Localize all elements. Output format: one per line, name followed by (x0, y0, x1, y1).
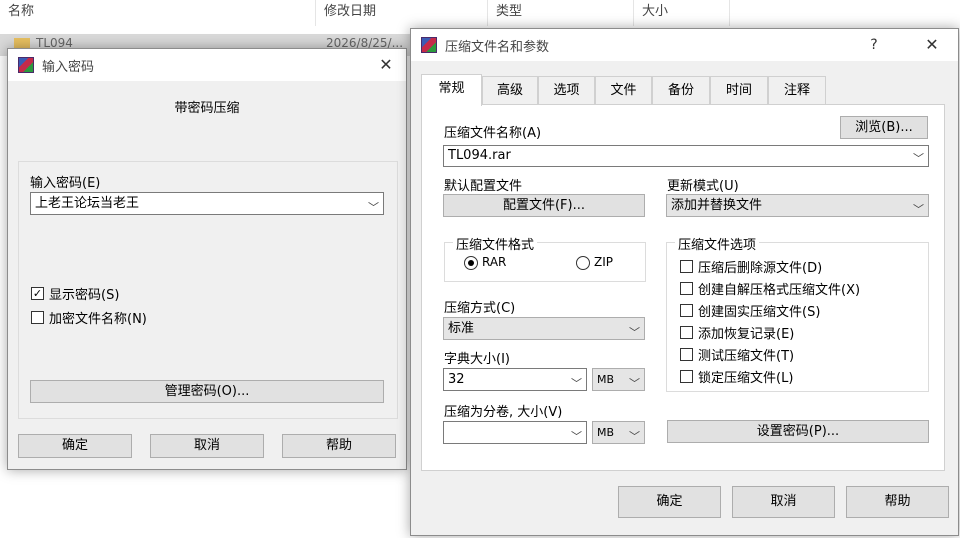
test-archive-checkbox[interactable] (680, 348, 693, 361)
set-password-button[interactable]: 设置密码(P)... (667, 420, 929, 443)
chevron-down-icon[interactable]: ﹀ (629, 322, 640, 343)
tab-backup[interactable]: 备份 (652, 76, 710, 104)
compression-method-label: 压缩方式(C) (444, 301, 516, 316)
profiles-button[interactable]: 配置文件(F)... (443, 194, 645, 217)
recovery-record-checkbox[interactable] (680, 326, 693, 339)
dictionary-size-value: 32 (448, 372, 465, 387)
password-label: 输入密码(E) (30, 176, 101, 191)
archive-cancel-button[interactable]: 取消 (732, 486, 835, 518)
help-icon[interactable]: ? (862, 33, 886, 57)
test-archive-label: 测试压缩文件(T) (698, 349, 795, 364)
dictionary-unit-value: MB (597, 373, 615, 386)
chevron-down-icon[interactable]: ﹀ (571, 373, 582, 394)
dictionary-unit-select[interactable]: MB ﹀ (592, 368, 645, 391)
encrypt-names-checkbox[interactable] (31, 311, 44, 324)
browse-button[interactable]: 浏览(B)... (840, 116, 928, 139)
compression-method-select[interactable]: 标准 ﹀ (443, 317, 645, 340)
encrypt-names-label: 加密文件名称(N) (49, 312, 147, 327)
archive-name-label: 压缩文件名称(A) (444, 126, 542, 141)
delete-after-archiving-label: 压缩后删除源文件(D) (698, 261, 823, 276)
create-sfx-checkbox[interactable] (680, 282, 693, 295)
dictionary-size-label: 字典大小(I) (444, 352, 510, 367)
tab-time[interactable]: 时间 (710, 76, 768, 104)
tab-files[interactable]: 文件 (595, 76, 652, 104)
close-icon[interactable]: ✕ (374, 53, 398, 77)
show-password-label: 显示密码(S) (49, 288, 120, 303)
compression-method-value: 标准 (448, 321, 475, 336)
create-sfx-label: 创建自解压格式压缩文件(X) (698, 283, 861, 298)
archive-ok-button[interactable]: 确定 (618, 486, 721, 518)
split-volume-label: 压缩为分卷, 大小(V) (444, 405, 563, 420)
create-solid-checkbox[interactable] (680, 304, 693, 317)
password-value: 上老王论坛当老王 (35, 196, 140, 211)
chevron-down-icon[interactable]: ﹀ (629, 426, 640, 447)
update-mode-label: 更新模式(U) (667, 179, 739, 194)
archive-name-value: TL094.rar (448, 148, 511, 163)
chevron-down-icon[interactable]: ﹀ (629, 373, 640, 394)
tab-advanced[interactable]: 高级 (482, 76, 538, 104)
archive-dialog-titlebar[interactable]: 压缩文件名和参数 ? ✕ (411, 29, 958, 61)
password-dialog: 输入密码 ✕ 带密码压缩 输入密码(E) 上老王论坛当老王 ﹀ ✓ 显示密码(S… (7, 48, 407, 470)
chevron-down-icon[interactable]: ﹀ (913, 199, 924, 220)
archive-dialog-title: 压缩文件名和参数 (445, 40, 550, 55)
archive-options-title: 压缩文件选项 (675, 234, 760, 253)
chevron-down-icon[interactable]: ﹀ (571, 426, 582, 447)
default-profile-label: 默认配置文件 (444, 179, 523, 194)
column-header-name[interactable]: 名称 (0, 0, 316, 26)
tab-general[interactable]: 常规 (421, 74, 482, 106)
column-header-date[interactable]: 修改日期 (316, 0, 488, 26)
update-mode-value: 添加并替换文件 (671, 198, 763, 213)
password-dialog-title: 输入密码 (42, 60, 95, 75)
delete-after-archiving-checkbox[interactable] (680, 260, 693, 273)
help-button[interactable]: 帮助 (282, 434, 396, 458)
tab-options[interactable]: 选项 (538, 76, 595, 104)
winrar-icon (18, 57, 34, 73)
close-icon[interactable]: ✕ (920, 33, 944, 57)
column-header-type[interactable]: 类型 (488, 0, 634, 26)
archive-format-title: 压缩文件格式 (453, 234, 538, 253)
tab-comment[interactable]: 注释 (768, 76, 826, 104)
chevron-down-icon[interactable]: ﹀ (913, 149, 924, 169)
lock-archive-checkbox[interactable] (680, 370, 693, 383)
archive-name-input[interactable]: TL094.rar ﹀ (443, 145, 929, 167)
chevron-down-icon[interactable]: ﹀ (368, 197, 379, 218)
update-mode-select[interactable]: 添加并替换文件 ﹀ (666, 194, 929, 217)
format-rar-label: RAR (482, 255, 507, 269)
lock-archive-label: 锁定压缩文件(L) (698, 371, 794, 386)
split-volume-input[interactable]: ﹀ (443, 421, 587, 444)
show-password-checkbox[interactable]: ✓ (31, 287, 44, 300)
format-zip-label: ZIP (594, 255, 613, 269)
format-zip-radio[interactable] (576, 256, 590, 270)
split-unit-value: MB (597, 426, 615, 439)
recovery-record-label: 添加恢复记录(E) (698, 327, 795, 342)
format-rar-radio[interactable] (464, 256, 478, 270)
manage-passwords-button[interactable]: 管理密码(O)... (30, 380, 384, 403)
dictionary-size-input[interactable]: 32 ﹀ (443, 368, 587, 391)
winrar-icon (421, 37, 437, 53)
split-unit-select[interactable]: MB ﹀ (592, 421, 645, 444)
archive-help-button[interactable]: 帮助 (846, 486, 949, 518)
password-heading: 带密码压缩 (174, 101, 240, 116)
column-header-size[interactable]: 大小 (634, 0, 730, 26)
password-input[interactable]: 上老王论坛当老王 ﹀ (30, 192, 384, 215)
cancel-button[interactable]: 取消 (150, 434, 264, 458)
ok-button[interactable]: 确定 (18, 434, 132, 458)
password-dialog-titlebar[interactable]: 输入密码 ✕ (8, 49, 406, 81)
create-solid-label: 创建固实压缩文件(S) (698, 305, 821, 320)
